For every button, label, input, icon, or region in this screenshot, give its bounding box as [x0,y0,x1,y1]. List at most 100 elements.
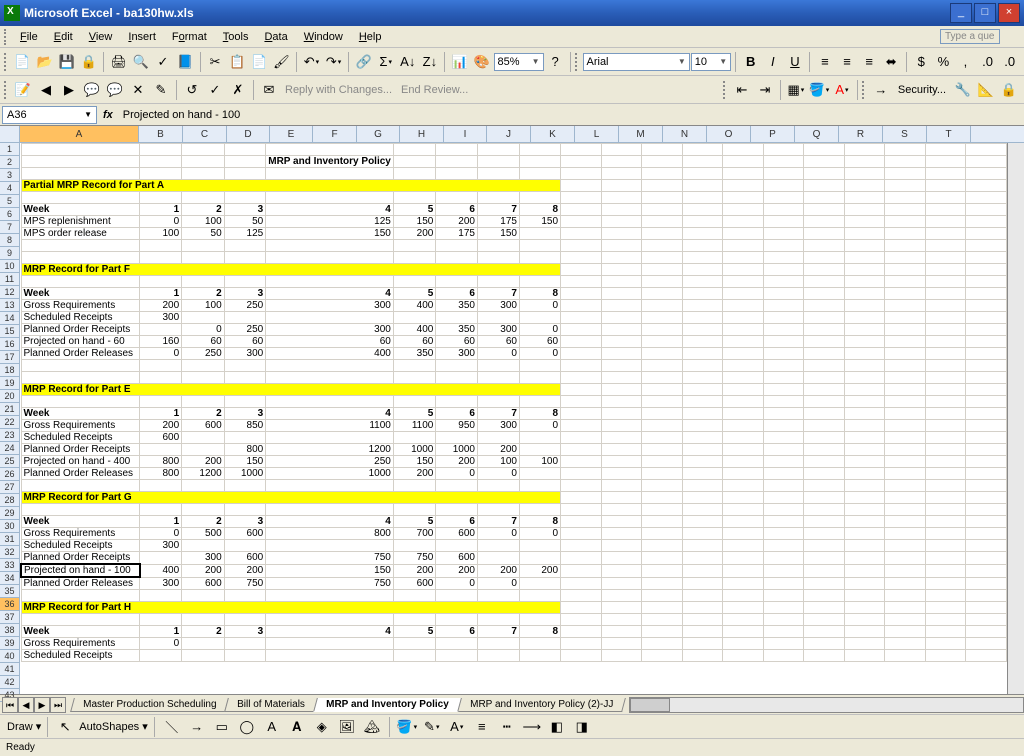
cell[interactable] [182,504,225,516]
new-comment-button[interactable]: 📝 [12,79,34,101]
col-header-G[interactable]: G [357,126,400,142]
save-button[interactable]: 💾 [56,51,77,73]
cell[interactable] [266,650,394,662]
cell[interactable] [601,614,642,626]
cell[interactable] [519,468,560,480]
cell[interactable]: 950 [436,420,478,432]
cell[interactable] [763,552,804,565]
cell[interactable] [844,360,885,372]
row-header-5[interactable]: 5 [0,195,19,208]
cell[interactable] [804,192,845,204]
format-painter-button[interactable]: 🖌 [271,51,292,73]
cell[interactable]: 1 [140,204,182,216]
track-changes-button[interactable]: ↺ [181,79,203,101]
cell[interactable] [966,456,1007,468]
cell[interactable] [763,156,804,168]
cell[interactable] [642,408,683,420]
cell[interactable] [844,408,885,420]
cell[interactable] [140,396,182,408]
cell[interactable] [885,456,926,468]
cell[interactable] [561,300,602,312]
cell[interactable] [844,626,885,638]
cell[interactable] [519,432,560,444]
italic-button[interactable]: I [762,51,783,73]
cell[interactable] [763,252,804,264]
cell[interactable] [925,626,966,638]
cell[interactable] [436,614,478,626]
cell[interactable]: 350 [393,348,436,360]
cell[interactable] [519,577,560,590]
cell[interactable] [804,360,845,372]
cell[interactable] [723,528,764,540]
cell[interactable]: 150 [477,228,519,240]
cell[interactable] [763,614,804,626]
cell[interactable] [885,602,926,614]
cell[interactable] [393,614,436,626]
cell[interactable] [885,288,926,300]
cell[interactable]: 60 [182,336,225,348]
cell[interactable]: 4 [266,204,394,216]
cell[interactable] [561,240,602,252]
cell[interactable] [601,396,642,408]
cell[interactable] [266,614,394,626]
cell[interactable] [763,516,804,528]
cell[interactable] [682,348,723,360]
cell[interactable]: Week [21,408,140,420]
cell[interactable] [844,156,885,168]
cell[interactable] [966,577,1007,590]
cell[interactable]: 300 [140,577,182,590]
cell[interactable] [723,216,764,228]
col-header-I[interactable]: I [444,126,487,142]
cell[interactable]: 1000 [393,444,436,456]
cell[interactable] [804,144,845,156]
cell[interactable] [844,564,885,577]
cell[interactable] [519,144,560,156]
cell[interactable] [804,276,845,288]
cell[interactable] [519,480,560,492]
vba-button[interactable]: 📐 [975,79,997,101]
cell[interactable]: 5 [393,408,436,420]
cell[interactable] [925,324,966,336]
cell[interactable]: 750 [266,552,394,565]
cell[interactable] [804,564,845,577]
cell[interactable] [804,602,845,614]
cell[interactable]: 50 [224,216,266,228]
cell[interactable] [925,540,966,552]
cell[interactable] [844,540,885,552]
cell[interactable]: 8 [519,626,560,638]
cell[interactable] [885,420,926,432]
row-header-21[interactable]: 21 [0,403,19,416]
cell[interactable] [642,192,683,204]
cell[interactable] [477,192,519,204]
cell[interactable] [925,156,966,168]
col-header-B[interactable]: B [139,126,183,142]
cell[interactable] [966,324,1007,336]
tab-nav-first[interactable]: ⏮ [2,697,18,713]
cell[interactable] [393,312,436,324]
cell[interactable] [682,564,723,577]
section-header[interactable]: MRP Record for Part G [21,492,561,504]
cell[interactable] [763,216,804,228]
cell[interactable]: 300 [182,552,225,565]
cell[interactable]: 60 [519,336,560,348]
cell[interactable] [844,602,885,614]
cell[interactable] [723,396,764,408]
maximize-button[interactable]: □ [974,3,996,23]
cell[interactable]: 2 [182,626,225,638]
cell[interactable] [561,408,602,420]
cell[interactable] [642,156,683,168]
cell[interactable]: 100 [140,228,182,240]
cell[interactable] [723,252,764,264]
cell[interactable]: Scheduled Receipts [21,540,140,552]
cell[interactable]: 200 [436,216,478,228]
cell[interactable] [436,156,478,168]
cell[interactable] [477,504,519,516]
cell[interactable] [266,144,394,156]
cell[interactable] [182,480,225,492]
cell[interactable] [885,348,926,360]
cell[interactable] [477,252,519,264]
new-button[interactable]: 📄 [12,51,33,73]
cell[interactable] [966,564,1007,577]
cell[interactable]: 8 [519,204,560,216]
cell[interactable] [885,432,926,444]
